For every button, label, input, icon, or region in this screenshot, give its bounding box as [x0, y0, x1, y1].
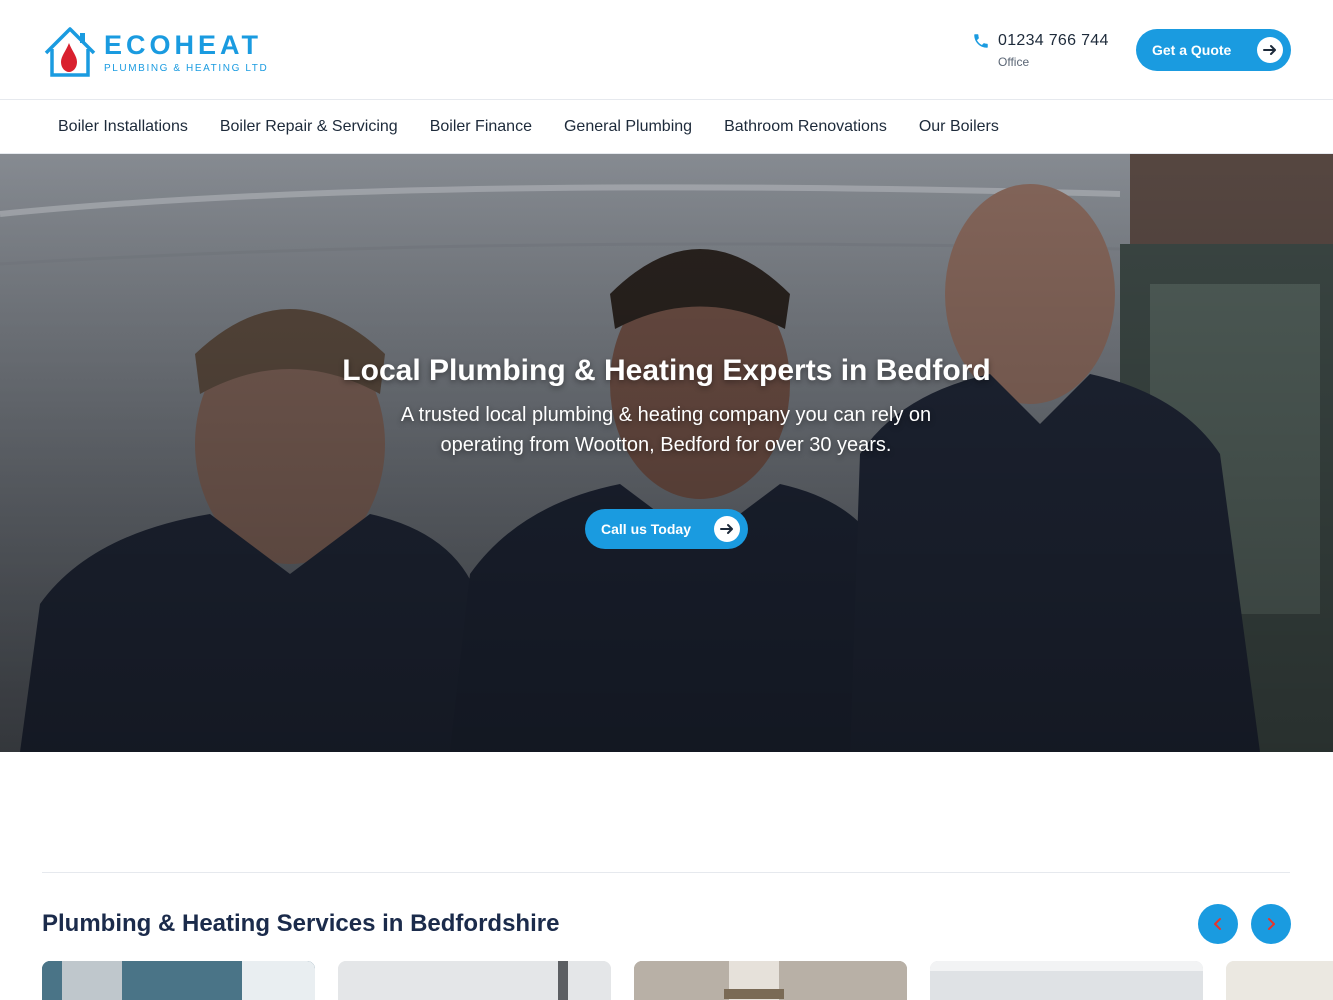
slider-prev-button[interactable]	[1198, 904, 1238, 944]
logo[interactable]: ECOHEAT PLUMBING & HEATING LTD	[42, 24, 282, 80]
service-card[interactable]	[634, 961, 907, 1000]
service-card-image	[930, 961, 1203, 1000]
nav-item-bathroom-renovations[interactable]: Bathroom Renovations	[724, 118, 887, 136]
nav-item-boiler-finance[interactable]: Boiler Finance	[430, 118, 532, 136]
section-divider	[42, 872, 1290, 873]
service-card-image	[1226, 961, 1333, 1000]
phone-number[interactable]: 01234 766 744	[998, 32, 1109, 50]
house-drop-icon	[44, 27, 96, 77]
site-header: ECOHEAT PLUMBING & HEATING LTD 01234 766…	[0, 0, 1333, 100]
service-card-image	[338, 961, 611, 1000]
chevron-left-icon	[1214, 918, 1221, 930]
nav-item-general-plumbing[interactable]: General Plumbing	[564, 118, 692, 136]
get-a-quote-label: Get a Quote	[1152, 42, 1232, 58]
nav-item-boiler-repair-servicing[interactable]: Boiler Repair & Servicing	[220, 118, 398, 136]
nav-item-our-boilers[interactable]: Our Boilers	[919, 118, 999, 136]
hero-banner: Local Plumbing & Heating Experts in Bedf…	[0, 154, 1333, 752]
arrow-right-icon	[714, 516, 740, 542]
hero-subtitle: A trusted local plumbing & heating compa…	[400, 404, 932, 456]
service-card[interactable]	[1226, 961, 1333, 1000]
service-card-image	[634, 961, 907, 1000]
hero-title: Local Plumbing & Heating Experts in Bedf…	[342, 354, 991, 387]
call-us-today-label: Call us Today	[601, 521, 691, 537]
services-section-title: Plumbing & Heating Services in Bedfordsh…	[42, 910, 560, 937]
service-card[interactable]	[42, 961, 315, 1000]
service-card-image	[42, 961, 315, 1000]
logo-tagline: PLUMBING & HEATING LTD	[104, 62, 269, 74]
get-a-quote-button[interactable]: Get a Quote	[1136, 29, 1291, 71]
chevron-right-icon	[1268, 918, 1275, 930]
service-card[interactable]	[338, 961, 611, 1000]
slider-next-button[interactable]	[1251, 904, 1291, 944]
hero-content: Local Plumbing & Heating Experts in Bedf…	[0, 154, 1333, 752]
phone-contact[interactable]: 01234 766 744 Office	[972, 30, 1122, 72]
nav-item-boiler-installations[interactable]: Boiler Installations	[58, 118, 188, 136]
call-us-today-button[interactable]: Call us Today	[585, 509, 748, 549]
phone-label: Office	[998, 55, 1030, 69]
services-carousel	[42, 961, 1333, 1000]
phone-icon	[974, 34, 988, 48]
logo-name: ECOHEAT	[104, 29, 263, 60]
service-card[interactable]	[930, 961, 1203, 1000]
arrow-right-icon	[1257, 37, 1283, 63]
main-navigation: Boiler Installations Boiler Repair & Ser…	[0, 100, 1333, 154]
